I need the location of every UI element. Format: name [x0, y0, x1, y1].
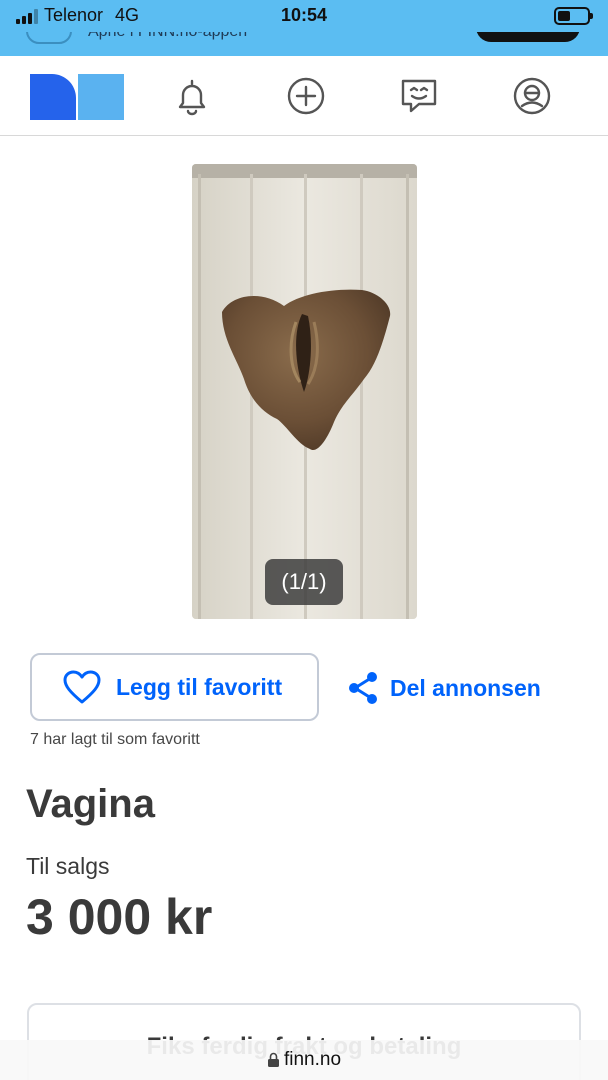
top-navbar [0, 56, 608, 136]
listing-price: 3 000 kr [26, 889, 213, 945]
chat-icon[interactable] [397, 74, 441, 118]
share-ad-link[interactable]: Del annonsen [346, 668, 541, 708]
status-bar: Telenor 4G 10:54 [0, 0, 608, 32]
app-banner-open-button[interactable] [476, 32, 580, 42]
add-favorite-button[interactable]: Legg til favoritt [30, 653, 319, 721]
heart-icon [63, 670, 101, 704]
plus-circle-icon[interactable] [284, 74, 328, 118]
lock-icon [267, 1052, 279, 1067]
clock: 10:54 [280, 5, 328, 25]
url-text: finn.no [283, 1049, 342, 1070]
app-banner[interactable]: Åpne i FINN.no-appen [0, 32, 608, 56]
battery-icon [554, 7, 593, 25]
bell-icon[interactable] [170, 74, 214, 118]
sale-status: Til salgs [26, 853, 110, 879]
add-favorite-label: Legg til favoritt [116, 673, 283, 700]
favorite-count: 7 har lagt til som favoritt [30, 731, 200, 748]
profile-icon[interactable] [510, 74, 554, 118]
finn-logo[interactable] [30, 74, 124, 120]
app-banner-close[interactable] [26, 32, 72, 44]
app-banner-text: Åpne i FINN.no-appen [88, 32, 247, 41]
browser-url-bar[interactable]: finn.no [0, 1040, 608, 1080]
image-counter: (1/1) [265, 559, 343, 605]
share-label: Del annonsen [390, 674, 541, 701]
listing-photo [192, 164, 417, 619]
share-icon [349, 672, 377, 704]
listing-image[interactable] [192, 164, 417, 619]
listing-title: Vagina [26, 782, 155, 826]
